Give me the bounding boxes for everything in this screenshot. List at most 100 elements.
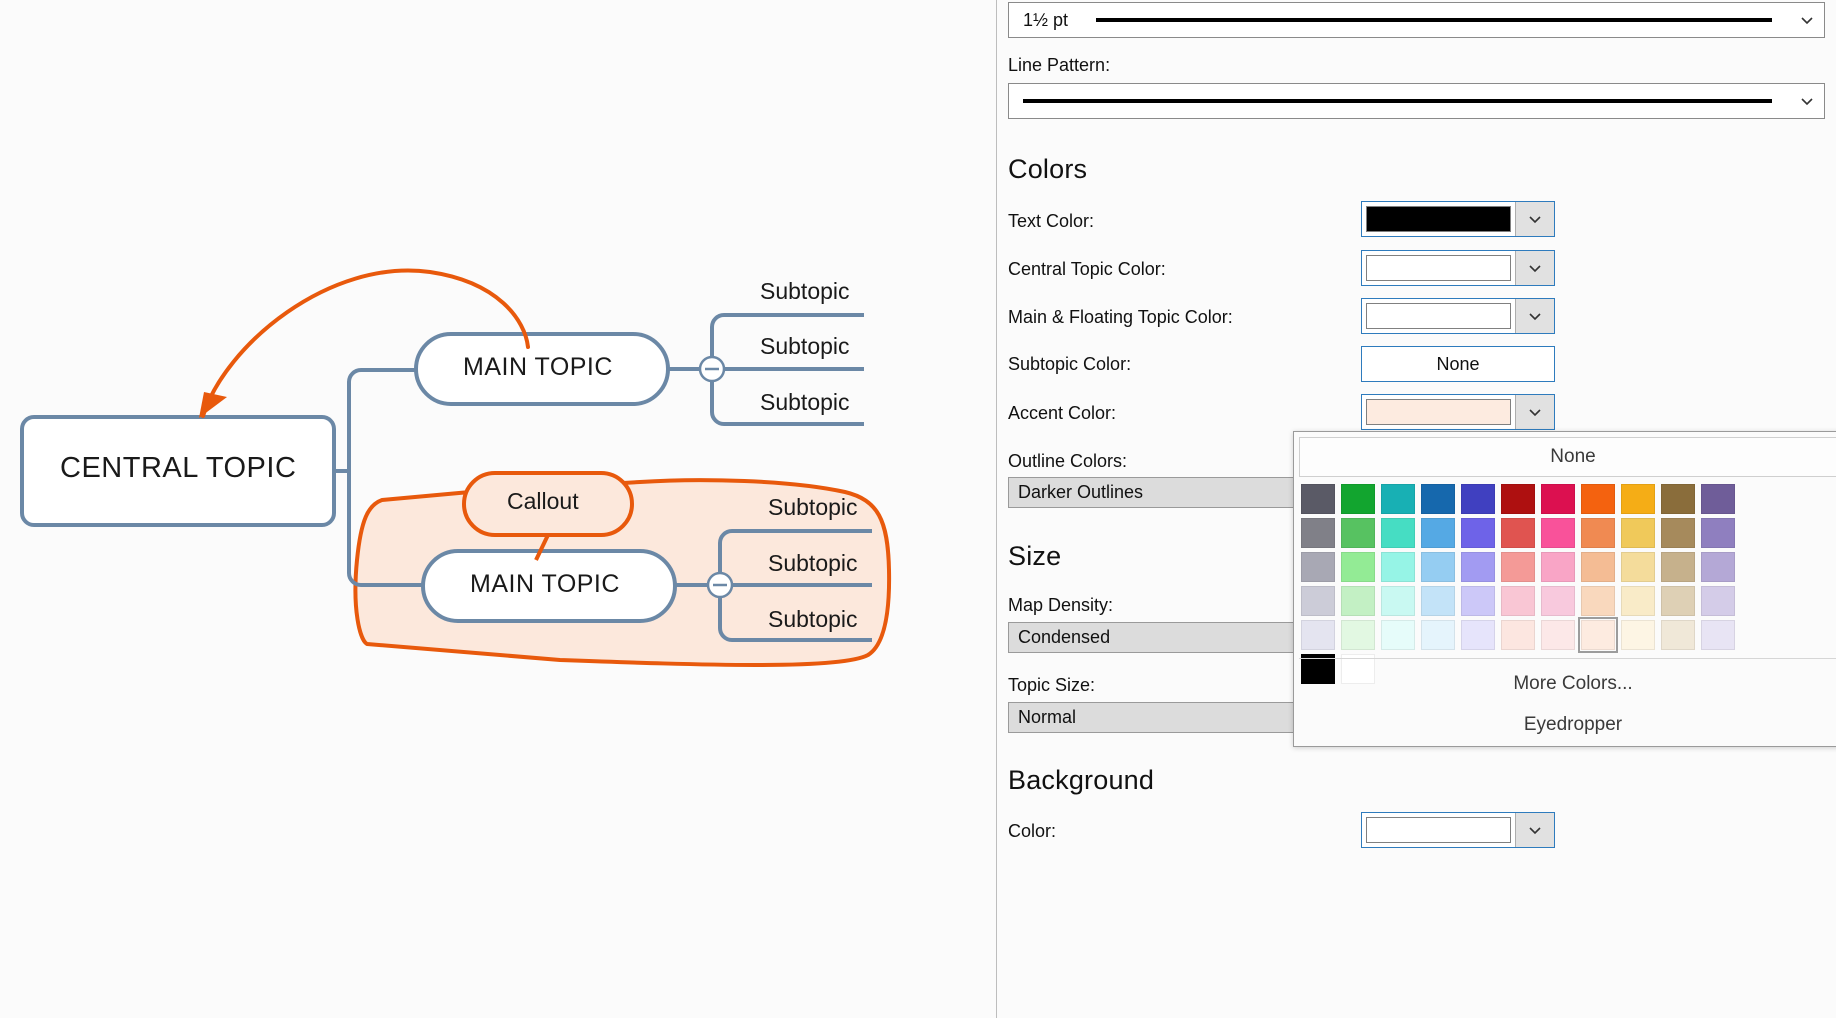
color-swatch[interactable] <box>1661 518 1695 548</box>
color-swatch[interactable] <box>1661 552 1695 582</box>
color-swatch[interactable] <box>1541 518 1575 548</box>
chevron-down-icon[interactable] <box>1515 395 1554 429</box>
subtopic-color-combo[interactable]: None <box>1361 346 1555 382</box>
color-swatch[interactable] <box>1581 518 1615 548</box>
main-floating-topic-color-combo[interactable] <box>1361 298 1555 334</box>
color-swatch[interactable] <box>1701 552 1735 582</box>
color-swatch-grid[interactable] <box>1301 484 1735 684</box>
color-swatch[interactable] <box>1661 620 1695 650</box>
central-topic-color-swatch <box>1366 255 1511 281</box>
chevron-down-icon[interactable] <box>1515 202 1554 236</box>
color-swatch[interactable] <box>1541 552 1575 582</box>
background-color-swatch <box>1366 817 1511 843</box>
mindmap-svg <box>0 0 996 1018</box>
color-swatch[interactable] <box>1301 518 1335 548</box>
color-swatch[interactable] <box>1581 620 1615 650</box>
main-topic-2-node <box>423 551 675 621</box>
color-swatch[interactable] <box>1621 586 1655 616</box>
chevron-down-icon[interactable] <box>1790 11 1824 29</box>
color-swatch[interactable] <box>1381 620 1415 650</box>
color-swatch[interactable] <box>1381 518 1415 548</box>
popup-divider <box>1299 658 1836 659</box>
color-swatch[interactable] <box>1421 518 1455 548</box>
color-swatch[interactable] <box>1701 518 1735 548</box>
chevron-down-icon[interactable] <box>1790 92 1824 110</box>
color-swatch[interactable] <box>1501 518 1535 548</box>
format-panel[interactable]: 1½ pt Line Pattern: Colors Text Color: <box>997 0 1836 1018</box>
color-swatch[interactable] <box>1301 620 1335 650</box>
color-swatch[interactable] <box>1421 484 1455 514</box>
color-none-option[interactable]: None <box>1299 437 1836 477</box>
color-swatch[interactable] <box>1501 484 1535 514</box>
central-topic-color-label: Central Topic Color: <box>1008 259 1166 280</box>
color-picker-popup[interactable]: None More Colors... Eyedropper <box>1293 431 1836 747</box>
main-floating-topic-color-label: Main & Floating Topic Color: <box>1008 307 1233 328</box>
chevron-down-icon[interactable] <box>1515 813 1554 847</box>
color-swatch[interactable] <box>1661 484 1695 514</box>
color-swatch[interactable] <box>1621 484 1655 514</box>
subtopic-color-label: Subtopic Color: <box>1008 354 1131 375</box>
line-pattern-combo[interactable] <box>1008 83 1825 119</box>
color-swatch[interactable] <box>1421 620 1455 650</box>
color-swatch[interactable] <box>1341 484 1375 514</box>
color-swatch[interactable] <box>1341 552 1375 582</box>
line-pattern-preview <box>1023 99 1772 103</box>
color-swatch[interactable] <box>1581 552 1615 582</box>
color-swatch[interactable] <box>1301 552 1335 582</box>
color-swatch[interactable] <box>1581 484 1615 514</box>
color-swatch[interactable] <box>1661 586 1695 616</box>
color-swatch[interactable] <box>1541 620 1575 650</box>
accent-color-combo[interactable] <box>1361 394 1555 430</box>
color-swatch[interactable] <box>1341 586 1375 616</box>
color-swatch[interactable] <box>1301 586 1335 616</box>
relationship-arrow-head <box>199 392 227 418</box>
color-swatch[interactable] <box>1461 484 1495 514</box>
color-swatch[interactable] <box>1461 518 1495 548</box>
colors-heading: Colors <box>1008 154 1087 185</box>
chevron-down-icon[interactable] <box>1515 251 1554 285</box>
color-swatch[interactable] <box>1581 586 1615 616</box>
line-width-combo[interactable]: 1½ pt <box>1008 2 1825 38</box>
color-swatch[interactable] <box>1381 484 1415 514</box>
color-swatch[interactable] <box>1541 586 1575 616</box>
color-swatch[interactable] <box>1621 620 1655 650</box>
more-colors-option[interactable]: More Colors... <box>1299 666 1836 702</box>
mindmap-canvas[interactable]: CENTRAL TOPIC MAIN TOPIC MAIN TOPIC Call… <box>0 0 997 1018</box>
central-topic-color-combo[interactable] <box>1361 250 1555 286</box>
color-swatch[interactable] <box>1501 552 1535 582</box>
accent-color-label: Accent Color: <box>1008 403 1116 424</box>
eyedropper-option[interactable]: Eyedropper <box>1299 707 1836 743</box>
map-density-field[interactable]: Condensed <box>1008 622 1294 653</box>
color-swatch[interactable] <box>1621 518 1655 548</box>
background-color-combo[interactable] <box>1361 812 1555 848</box>
background-color-label: Color: <box>1008 821 1056 842</box>
main-topic-1-node <box>416 334 668 404</box>
color-swatch[interactable] <box>1501 586 1535 616</box>
color-swatch[interactable] <box>1541 484 1575 514</box>
outline-colors-field[interactable]: Darker Outlines <box>1008 477 1294 508</box>
color-swatch[interactable] <box>1381 586 1415 616</box>
color-swatch[interactable] <box>1461 586 1495 616</box>
color-swatch[interactable] <box>1701 620 1735 650</box>
color-swatch[interactable] <box>1701 586 1735 616</box>
accent-color-swatch <box>1366 399 1511 425</box>
color-swatch[interactable] <box>1701 484 1735 514</box>
line-width-preview <box>1096 18 1772 22</box>
color-swatch[interactable] <box>1421 552 1455 582</box>
color-swatch[interactable] <box>1501 620 1535 650</box>
chevron-down-icon[interactable] <box>1515 299 1554 333</box>
color-swatch[interactable] <box>1381 552 1415 582</box>
topic-size-field[interactable]: Normal <box>1008 702 1294 733</box>
text-color-combo[interactable] <box>1361 201 1555 237</box>
color-swatch[interactable] <box>1301 484 1335 514</box>
color-swatch[interactable] <box>1341 620 1375 650</box>
color-swatch[interactable] <box>1621 552 1655 582</box>
map-density-value: Condensed <box>1018 627 1110 648</box>
callout-node <box>464 473 632 535</box>
map-density-label: Map Density: <box>1008 595 1113 616</box>
color-swatch[interactable] <box>1461 620 1495 650</box>
color-swatch[interactable] <box>1421 586 1455 616</box>
background-heading: Background <box>1008 765 1154 796</box>
color-swatch[interactable] <box>1341 518 1375 548</box>
color-swatch[interactable] <box>1461 552 1495 582</box>
